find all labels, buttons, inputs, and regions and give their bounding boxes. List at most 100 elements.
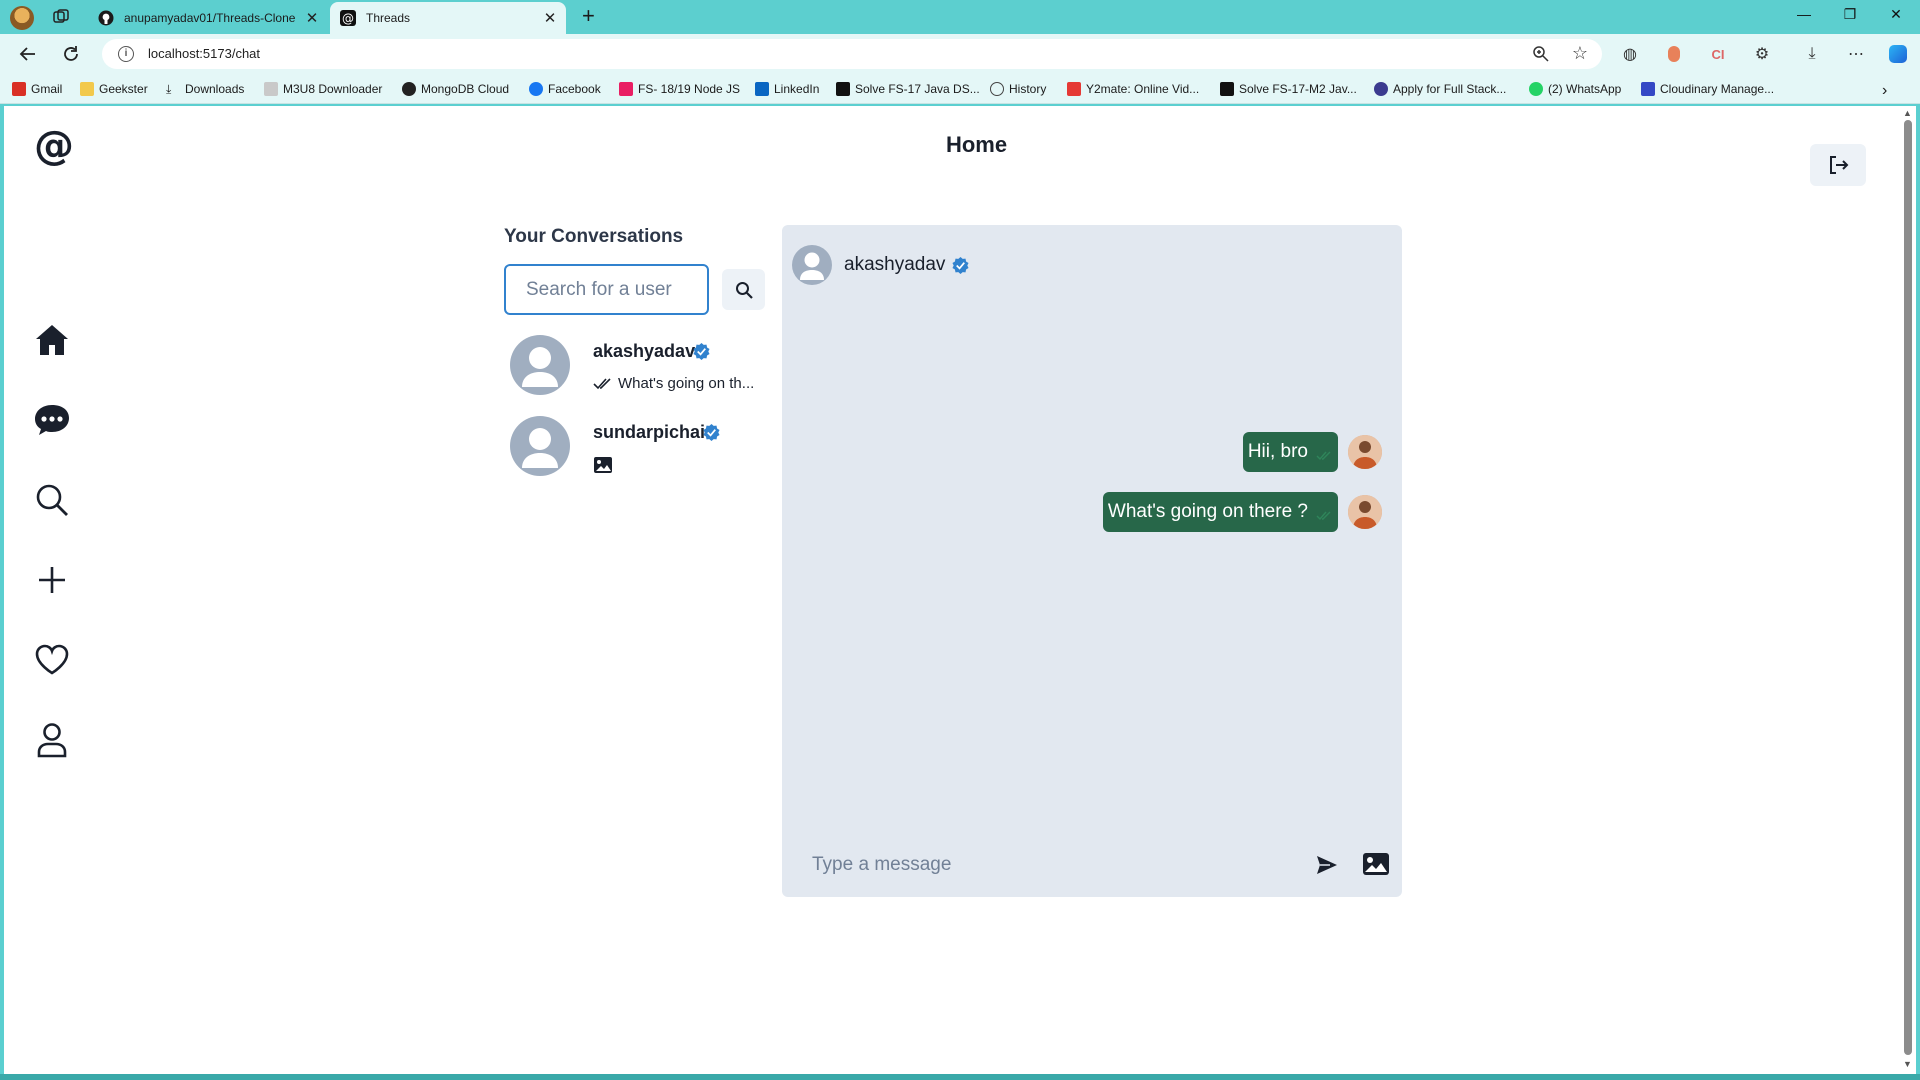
zoom-icon[interactable] [1532, 45, 1550, 68]
nav-search[interactable] [30, 478, 74, 522]
profile-icon [37, 723, 67, 758]
workspaces-icon[interactable] [52, 8, 70, 26]
nav-create[interactable] [30, 558, 74, 602]
double-check-icon [593, 377, 611, 389]
image-icon [594, 457, 612, 473]
github-icon [98, 10, 114, 26]
page-title: Home [945, 132, 1008, 157]
seen-check-icon [1316, 451, 1331, 461]
message-input[interactable] [794, 845, 1314, 885]
tab-label: Threads [366, 11, 411, 25]
bookmark-downloads[interactable]: ⤓ Downloads [166, 82, 244, 96]
m3u8-icon [264, 82, 278, 96]
restore-icon[interactable]: ❐ [1840, 6, 1860, 23]
profile-avatar[interactable] [10, 6, 34, 30]
bookmark-geekster[interactable]: Geekster [80, 82, 148, 96]
bookmark-mongodb[interactable]: MongoDB Cloud [402, 82, 509, 96]
close-tab-icon[interactable]: ✕ [302, 9, 322, 27]
send-button[interactable] [1314, 852, 1340, 878]
preview-text: What's going on th... [618, 375, 755, 392]
heart-icon [35, 644, 69, 675]
scroll-up-icon[interactable]: ▲ [1903, 108, 1912, 118]
extension-icon[interactable]: ◍ [1620, 44, 1640, 64]
copilot-icon[interactable] [1888, 44, 1908, 64]
verified-badge-icon [703, 424, 720, 441]
extension-icon[interactable] [1664, 44, 1684, 64]
window-border [0, 1074, 1920, 1080]
conversations-title: Your Conversations [504, 226, 684, 247]
tab-threads[interactable]: @ Threads ✕ [330, 2, 566, 34]
bookmark-m3u8[interactable]: M3U8 Downloader [264, 82, 382, 96]
logout-icon [1830, 156, 1849, 174]
more-menu-icon[interactable]: ⋯ [1846, 44, 1866, 64]
bookmarks-overflow-icon[interactable]: › [1882, 82, 1887, 100]
avatar [792, 245, 832, 285]
address-bar: i localhost:5173/chat ☆ ◍ CI ⚙ ⤓ ⋯ [0, 34, 1920, 74]
gmail-icon [12, 82, 26, 96]
verified-badge-icon [952, 256, 969, 274]
send-icon [1317, 856, 1337, 874]
site-info-icon[interactable]: i [118, 46, 134, 62]
minimize-icon[interactable]: — [1794, 6, 1814, 22]
conversation-item[interactable]: akashyadav What's going on th... [504, 335, 766, 411]
facebook-icon [529, 82, 543, 96]
new-tab-button[interactable]: + [582, 5, 595, 27]
bookmark-cloudinary[interactable]: Cloudinary Manage... [1641, 82, 1774, 96]
nav-home[interactable] [30, 318, 74, 362]
vertical-scrollbar[interactable]: ▲ ▼ [1900, 106, 1916, 1074]
downloads-icon[interactable]: ⤓ [1802, 44, 1822, 64]
back-icon[interactable] [16, 42, 40, 66]
message-text: Hii, bro [1247, 441, 1308, 462]
home-icon [36, 325, 68, 355]
tab-github[interactable]: anupamyadav01/Threads-Clone ✕ [88, 2, 328, 34]
extension-icon[interactable]: CI [1708, 44, 1728, 64]
bookmark-site-icon [1374, 82, 1388, 96]
bookmark-history[interactable]: History [990, 82, 1046, 96]
user-search-input[interactable] [504, 264, 709, 315]
attach-image-button[interactable] [1361, 850, 1391, 878]
avatar [510, 335, 570, 395]
logout-button[interactable] [1810, 144, 1866, 186]
bookmark-fs-node[interactable]: FS- 18/19 Node JS [619, 82, 740, 96]
mongodb-icon [402, 82, 416, 96]
nav-profile[interactable] [30, 718, 74, 762]
bookmarks-bar: Gmail Geekster ⤓ Downloads M3U8 Downloade… [0, 74, 1920, 104]
nav-chat[interactable] [30, 398, 74, 442]
seen-check-icon [1316, 511, 1331, 521]
search-button[interactable] [722, 269, 765, 310]
bookmark-gmail[interactable]: Gmail [12, 82, 62, 96]
reload-icon[interactable] [59, 42, 83, 66]
extensions-puzzle-icon[interactable]: ⚙ [1752, 44, 1772, 64]
sender-avatar [1348, 495, 1382, 529]
download-icon: ⤓ [166, 82, 172, 96]
bookmark-site-icon [836, 82, 850, 96]
conversation-username: sundarpichai [593, 422, 706, 442]
history-icon [990, 82, 1004, 96]
bookmark-solve-fs17[interactable]: Solve FS-17 Java DS... [836, 82, 980, 96]
chat-header: akashyadav [792, 243, 969, 287]
bookmark-whatsapp[interactable]: (2) WhatsApp [1529, 82, 1621, 96]
conversation-item[interactable]: sundarpichai [504, 416, 766, 492]
bookmark-y2mate[interactable]: Y2mate: Online Vid... [1067, 82, 1199, 96]
chat-icon [35, 405, 69, 435]
cloudinary-icon [1641, 82, 1655, 96]
scroll-down-icon[interactable]: ▼ [1903, 1059, 1912, 1069]
close-window-icon[interactable]: ✕ [1886, 6, 1906, 23]
message-text: What's going on there ? [1107, 501, 1308, 522]
url-field[interactable]: i localhost:5173/chat ☆ [102, 39, 1602, 69]
linkedin-icon [755, 82, 769, 96]
conversation-preview [593, 456, 613, 474]
bookmark-apply[interactable]: Apply for Full Stack... [1374, 82, 1506, 96]
favorite-star-icon[interactable]: ☆ [1572, 43, 1588, 64]
threads-logo[interactable]: @ [34, 122, 74, 169]
avatar [510, 416, 570, 476]
scrollbar-thumb[interactable] [1904, 120, 1912, 1055]
browser-tab-bar: anupamyadav01/Threads-Clone ✕ @ Threads … [0, 0, 1920, 34]
close-tab-icon[interactable]: ✕ [540, 9, 560, 27]
bookmark-facebook[interactable]: Facebook [529, 82, 601, 96]
bookmark-linkedin[interactable]: LinkedIn [755, 82, 819, 96]
nav-activity[interactable] [30, 638, 74, 682]
folder-icon [80, 82, 94, 96]
conversation-preview: What's going on th... [593, 375, 754, 392]
bookmark-solve-fs17-m2[interactable]: Solve FS-17-M2 Jav... [1220, 82, 1357, 96]
